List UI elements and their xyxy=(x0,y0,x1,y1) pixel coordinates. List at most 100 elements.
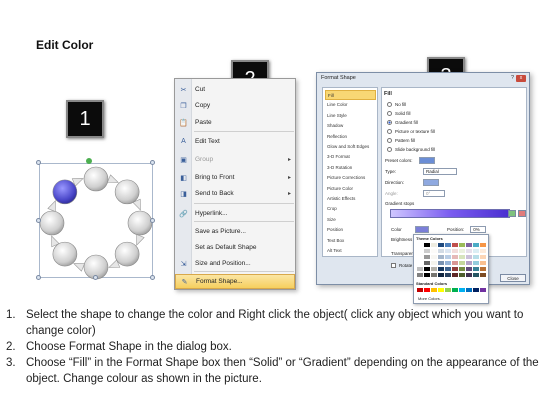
radio-button[interactable] xyxy=(387,138,392,143)
resize-handle-bm[interactable] xyxy=(93,275,98,280)
menu-item-bring-to-front[interactable]: ◧ Bring to Front ▸ xyxy=(175,170,295,185)
standard-color-swatch[interactable] xyxy=(438,288,444,292)
ring-circle[interactable] xyxy=(114,179,140,205)
theme-color-swatch[interactable] xyxy=(466,267,472,271)
radio-button[interactable] xyxy=(387,111,392,116)
standard-color-swatch[interactable] xyxy=(480,288,486,292)
remove-stop-button[interactable] xyxy=(518,210,526,217)
position-input[interactable]: 0% xyxy=(470,226,487,233)
nav-item-position[interactable]: Position xyxy=(325,225,376,235)
selected-circle[interactable] xyxy=(52,179,78,205)
theme-color-swatch[interactable] xyxy=(473,267,479,271)
theme-color-swatch[interactable] xyxy=(480,255,486,259)
theme-color-swatch[interactable] xyxy=(438,267,444,271)
gradient-stops-bar[interactable] xyxy=(390,209,510,218)
theme-color-swatch[interactable] xyxy=(438,255,444,259)
theme-color-swatch[interactable] xyxy=(480,267,486,271)
theme-color-swatch[interactable] xyxy=(431,249,437,253)
standard-color-swatch[interactable] xyxy=(459,288,465,292)
radio-button[interactable] xyxy=(387,120,392,125)
menu-item-hyperlink[interactable]: 🔗 Hyperlink... xyxy=(175,206,295,221)
nav-item-text-box[interactable]: Text Box xyxy=(325,236,376,246)
ring-circle[interactable] xyxy=(39,210,65,236)
close-icon[interactable]: x xyxy=(516,75,526,82)
menu-item-format-shape[interactable]: ✎ Format Shape... xyxy=(175,274,295,289)
menu-item-paste[interactable]: 📋 Paste xyxy=(175,115,295,130)
angle-input[interactable]: 0° xyxy=(423,190,445,197)
standard-color-swatch[interactable] xyxy=(445,288,451,292)
standard-color-swatch[interactable] xyxy=(417,288,423,292)
theme-color-swatch[interactable] xyxy=(480,261,486,265)
nav-item-line-color[interactable]: Line Color xyxy=(325,100,376,110)
theme-color-swatch[interactable] xyxy=(417,255,423,259)
theme-color-swatch[interactable] xyxy=(424,273,430,277)
theme-color-swatch[interactable] xyxy=(424,261,430,265)
nav-item-3-d-format[interactable]: 3-D Format xyxy=(325,152,376,162)
theme-color-swatch[interactable] xyxy=(417,243,423,247)
direction-dropdown[interactable] xyxy=(423,179,439,186)
theme-color-swatch[interactable] xyxy=(445,249,451,253)
type-dropdown[interactable]: Radial xyxy=(423,168,457,175)
theme-color-swatch[interactable] xyxy=(466,243,472,247)
fill-option-slide-background-fill[interactable]: Slide background fill xyxy=(387,147,435,152)
theme-color-swatch[interactable] xyxy=(431,267,437,271)
theme-color-swatch[interactable] xyxy=(417,273,423,277)
add-stop-button[interactable] xyxy=(508,210,516,217)
theme-color-swatch[interactable] xyxy=(438,261,444,265)
help-icon[interactable]: ? xyxy=(511,75,514,81)
theme-color-swatch[interactable] xyxy=(466,261,472,265)
theme-color-swatch[interactable] xyxy=(424,267,430,271)
menu-item-group[interactable]: ▣ Group ▸ xyxy=(175,152,295,167)
theme-color-swatch[interactable] xyxy=(452,255,458,259)
theme-color-swatch[interactable] xyxy=(452,249,458,253)
theme-color-swatch[interactable] xyxy=(445,267,451,271)
ring-circle[interactable] xyxy=(52,241,78,267)
theme-color-swatch[interactable] xyxy=(459,261,465,265)
theme-color-swatch[interactable] xyxy=(431,273,437,277)
more-colors-link[interactable]: More Colors... xyxy=(418,296,443,301)
resize-handle-br[interactable] xyxy=(150,275,155,280)
nav-item-shadow[interactable]: Shadow xyxy=(325,121,376,131)
theme-color-swatch[interactable] xyxy=(473,249,479,253)
theme-color-swatch[interactable] xyxy=(466,255,472,259)
theme-color-swatch[interactable] xyxy=(452,273,458,277)
theme-color-swatch[interactable] xyxy=(466,249,472,253)
rotate-with-shape-checkbox[interactable] xyxy=(391,263,396,268)
theme-color-swatch[interactable] xyxy=(480,273,486,277)
resize-handle-bl[interactable] xyxy=(36,275,41,280)
theme-color-swatch[interactable] xyxy=(452,243,458,247)
theme-color-swatch[interactable] xyxy=(424,249,430,253)
fill-option-pattern-fill[interactable]: Pattern fill xyxy=(387,138,415,143)
theme-color-swatch[interactable] xyxy=(431,261,437,265)
resize-handle-tl[interactable] xyxy=(36,160,41,165)
menu-item-size-and-position[interactable]: ⇲ Size and Position... xyxy=(175,256,295,271)
theme-color-swatch[interactable] xyxy=(431,243,437,247)
preset-colors-dropdown[interactable] xyxy=(418,157,435,164)
theme-color-swatch[interactable] xyxy=(473,255,479,259)
menu-item-copy[interactable]: ❐ Copy xyxy=(175,98,295,113)
nav-item-reflection[interactable]: Reflection xyxy=(325,132,376,142)
theme-color-swatch[interactable] xyxy=(417,267,423,271)
menu-item-save-as-picture[interactable]: Save as Picture... xyxy=(175,224,295,239)
theme-color-swatch[interactable] xyxy=(424,243,430,247)
standard-color-swatch[interactable] xyxy=(452,288,458,292)
nav-item-3-d-rotation[interactable]: 3-D Rotation xyxy=(325,163,376,173)
ring-circle[interactable] xyxy=(83,166,109,192)
circular-shape-diagram[interactable] xyxy=(30,158,160,288)
theme-color-swatch[interactable] xyxy=(480,243,486,247)
theme-color-swatch[interactable] xyxy=(473,261,479,265)
nav-item-picture-corrections[interactable]: Picture Corrections xyxy=(325,173,376,183)
theme-color-swatch[interactable] xyxy=(473,273,479,277)
theme-color-swatch[interactable] xyxy=(459,249,465,253)
theme-color-swatch[interactable] xyxy=(459,255,465,259)
theme-color-swatch[interactable] xyxy=(438,249,444,253)
theme-color-swatch[interactable] xyxy=(459,267,465,271)
standard-color-swatch[interactable] xyxy=(466,288,472,292)
nav-item-fill[interactable]: Fill xyxy=(325,90,376,100)
theme-color-swatch[interactable] xyxy=(445,273,451,277)
menu-item-set-as-default-shape[interactable]: Set as Default Shape xyxy=(175,240,295,255)
theme-color-swatch[interactable] xyxy=(466,273,472,277)
nav-item-artistic-effects[interactable]: Artistic Effects xyxy=(325,194,376,204)
standard-color-swatch[interactable] xyxy=(473,288,479,292)
standard-color-swatch[interactable] xyxy=(431,288,437,292)
